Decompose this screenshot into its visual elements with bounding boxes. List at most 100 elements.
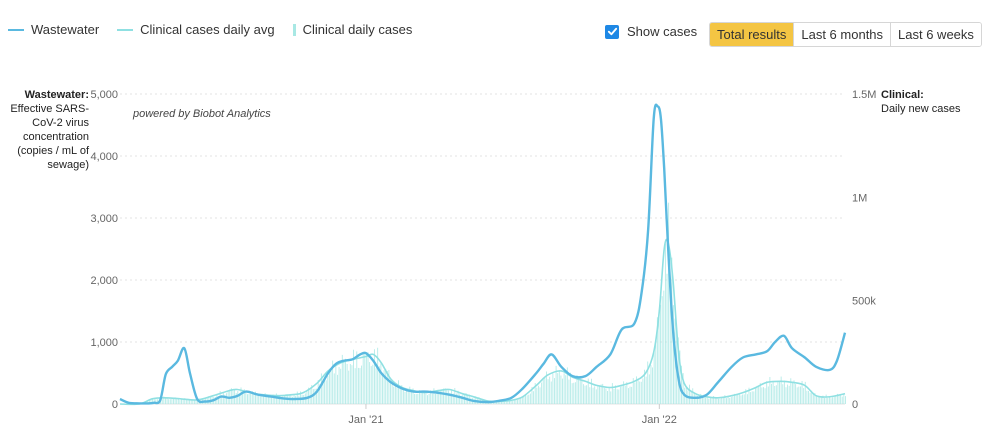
right-tick-label-2: 1M (852, 192, 867, 204)
daily-case-bar (357, 367, 359, 404)
clinical-daily-bars (140, 202, 846, 404)
daily-case-bar (343, 361, 345, 404)
daily-case-bar (642, 378, 644, 404)
daily-case-bar (825, 394, 827, 404)
daily-case-bar (536, 387, 538, 404)
daily-case-bar (192, 400, 194, 404)
daily-case-bar (414, 393, 416, 404)
daily-case-bar (761, 387, 763, 404)
daily-case-bar (250, 393, 252, 404)
daily-case-bar (711, 397, 713, 404)
daily-case-bar (751, 391, 753, 404)
daily-case-bar (362, 354, 364, 404)
daily-case-bar (349, 363, 351, 404)
left-tick-label-2: 2,000 (90, 275, 118, 287)
x-tick-label-1: Jan '22 (642, 414, 677, 426)
daily-case-bar (833, 396, 835, 404)
daily-case-bar (838, 395, 840, 404)
daily-case-bar (438, 393, 440, 404)
daily-case-bar (565, 375, 567, 404)
daily-case-bar (624, 385, 626, 404)
daily-case-bar (627, 388, 629, 404)
chart-lines (119, 103, 847, 406)
daily-case-bar (237, 391, 239, 404)
daily-case-bar (589, 387, 591, 404)
daily-case-bar (173, 398, 174, 404)
daily-case-bar (573, 382, 575, 404)
daily-case-bar (653, 351, 655, 404)
daily-case-bar (256, 395, 258, 404)
daily-case-bar (692, 388, 694, 404)
daily-case-bar (795, 384, 797, 404)
daily-case-bar (526, 395, 528, 404)
daily-case-bar (695, 395, 697, 404)
daily-case-bar (235, 393, 237, 404)
daily-case-bar (754, 387, 756, 404)
chart-annotation: powered by Biobot Analytics (132, 108, 271, 120)
daily-case-bar (571, 383, 573, 404)
daily-case-bar (529, 393, 531, 404)
daily-case-bar (730, 397, 732, 404)
daily-case-bar (832, 397, 834, 404)
daily-case-bar (771, 383, 772, 404)
daily-case-bar (650, 365, 652, 404)
daily-case-bar (708, 398, 710, 404)
right-tick-label-1: 500k (852, 296, 876, 308)
chart-grid (120, 93, 845, 405)
daily-case-bar (663, 290, 665, 404)
daily-case-bar (340, 368, 342, 404)
daily-case-bar (407, 389, 409, 404)
daily-case-bar (803, 388, 805, 404)
daily-case-bar (746, 394, 748, 404)
daily-case-bar (398, 380, 400, 404)
daily-case-bar (689, 384, 690, 404)
daily-case-bar (568, 379, 570, 404)
daily-case-bar (462, 394, 464, 404)
daily-case-bar (415, 394, 417, 404)
daily-case-bar (346, 363, 348, 404)
daily-case-bar (377, 347, 379, 404)
daily-case-bar (582, 384, 584, 404)
daily-case-bar (629, 386, 631, 404)
daily-case-bar (595, 389, 597, 404)
daily-case-bar (512, 401, 514, 404)
daily-case-bar (361, 365, 363, 404)
daily-case-bar (330, 370, 332, 404)
daily-case-bar (544, 377, 546, 404)
daily-case-bar (640, 381, 642, 404)
daily-case-bar (396, 387, 398, 404)
daily-case-bar (570, 372, 572, 404)
daily-case-bar (581, 379, 583, 404)
daily-case-bar (592, 387, 594, 404)
daily-case-bar (375, 368, 377, 404)
chart-ticks: 0 1,000 2,000 3,000 4,000 5,000 0 500k 1M 1.5M Jan… (90, 89, 876, 426)
wastewater-chart: 0 1,000 2,000 3,000 4,000 5,000 0 500k 1M 1.5M Jan… (90, 89, 876, 426)
daily-case-bar (605, 388, 607, 404)
daily-case-bar (586, 385, 588, 404)
daily-case-bar (351, 365, 353, 404)
daily-case-bar (743, 394, 745, 404)
daily-case-bar (549, 376, 551, 404)
daily-case-bar (168, 399, 170, 404)
daily-case-bar (428, 393, 430, 404)
daily-case-bar (541, 382, 543, 404)
daily-case-bar (312, 389, 314, 404)
daily-case-bar (610, 391, 612, 404)
daily-case-bar (594, 386, 596, 404)
daily-case-bar (658, 310, 660, 404)
daily-case-bar (766, 381, 768, 404)
daily-case-bar (337, 374, 338, 404)
daily-case-bar (537, 385, 539, 404)
daily-case-bar (619, 386, 621, 404)
daily-case-bar (372, 364, 374, 404)
daily-case-bar (607, 390, 608, 404)
daily-case-bar (782, 384, 784, 404)
daily-case-bar (603, 387, 605, 404)
daily-case-bar (451, 390, 453, 404)
daily-case-bar (420, 392, 422, 404)
daily-case-bar (655, 343, 657, 404)
daily-case-bar (533, 391, 535, 404)
daily-case-bar (591, 378, 592, 404)
daily-case-bar (796, 387, 798, 404)
daily-case-bar (618, 389, 620, 404)
